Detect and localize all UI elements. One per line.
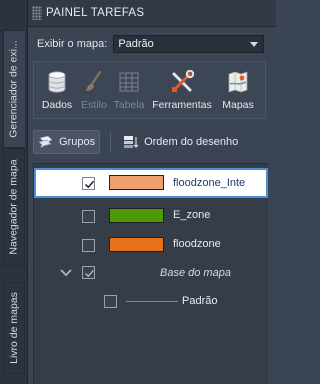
line-style-sample (126, 301, 178, 302)
layer-style-swatch (109, 175, 164, 190)
maps-button[interactable]: Mapas (218, 68, 258, 114)
map-selector-label: Exibir o mapa: (37, 38, 108, 50)
draw-order-icon (124, 136, 139, 148)
brush-icon (83, 68, 105, 96)
layer-style-swatch (109, 237, 164, 252)
table-icon (118, 68, 140, 96)
map-selector-value: Padrão (118, 38, 154, 50)
tab-map-book-label: Livro de mapas (8, 292, 21, 364)
layer-row[interactable]: Padrão (34, 288, 268, 318)
layer-name: Padrão (182, 295, 218, 307)
layer-row[interactable]: floodzone (34, 230, 268, 260)
layer-visibility-checkbox[interactable] (82, 177, 95, 190)
tab-map-book[interactable]: Livro de mapas (3, 282, 25, 374)
tab-display-manager-label: Gerenciador de exi... (8, 40, 20, 138)
layer-visibility-checkbox[interactable] (82, 239, 95, 252)
tab-divider (110, 132, 112, 152)
groups-tab-label: Grupos (59, 136, 96, 148)
layer-visibility-checkbox[interactable] (104, 295, 117, 308)
layer-name: E_zone (173, 209, 211, 221)
group-visibility-checkbox[interactable] (82, 266, 95, 279)
maps-button-label: Mapas (222, 99, 254, 111)
layer-row[interactable]: E_zone (34, 201, 268, 231)
database-icon (46, 68, 68, 96)
layer-tree: floodzone_Inte E_zone floodzone Base do … (33, 163, 268, 384)
toolbar: Dados Estilo Tabela Ferramentas Mapas (33, 61, 266, 119)
layer-row[interactable]: floodzone_Inte (34, 168, 268, 198)
layer-style-swatch (109, 208, 164, 223)
tools-button-label: Ferramentas (152, 99, 212, 111)
panel-header: PAINEL TAREFAS (28, 0, 276, 27)
checkmark-icon (85, 269, 95, 278)
drag-grip-icon[interactable] (32, 6, 42, 20)
style-button-label: Estilo (81, 99, 107, 111)
data-button-label: Dados (41, 99, 73, 111)
map-selector-row: Exibir o mapa: Padrão (37, 35, 264, 53)
panel-title: PAINEL TAREFAS (46, 7, 145, 19)
draw-order-tab-label: Ordem do desenho (144, 136, 239, 148)
group-row[interactable]: Base do mapa (34, 259, 268, 289)
chevron-down-icon (250, 42, 258, 47)
group-name: Base do mapa (160, 267, 231, 279)
view-tab-bar: Grupos Ordem do desenho (33, 127, 266, 157)
layer-visibility-checkbox[interactable] (82, 210, 95, 223)
chevron-down-icon[interactable] (60, 268, 72, 277)
layer-name: floodzone (173, 238, 221, 250)
tab-map-explorer[interactable]: Navegador de mapa (3, 148, 25, 266)
tools-icon (169, 68, 195, 96)
groups-tab[interactable]: Grupos (33, 130, 101, 154)
groups-icon (38, 135, 53, 148)
tab-map-explorer-label: Navegador de mapa (8, 159, 20, 255)
layer-name: floodzone_Inte (173, 177, 246, 189)
maps-icon (226, 68, 250, 96)
side-tab-strip: Gerenciador de exi... Navegador de mapa … (0, 0, 28, 384)
style-button[interactable]: Estilo (78, 68, 110, 114)
tools-button[interactable]: Ferramentas (148, 68, 216, 114)
checkmark-icon (84, 180, 95, 189)
draw-order-tab[interactable]: Ordem do desenho (119, 130, 242, 154)
tab-display-manager[interactable]: Gerenciador de exi... (3, 30, 25, 148)
table-button[interactable]: Tabela (112, 68, 146, 114)
data-button[interactable]: Dados (38, 68, 76, 114)
table-button-label: Tabela (113, 99, 145, 111)
map-selector-dropdown[interactable]: Padrão (113, 35, 264, 53)
